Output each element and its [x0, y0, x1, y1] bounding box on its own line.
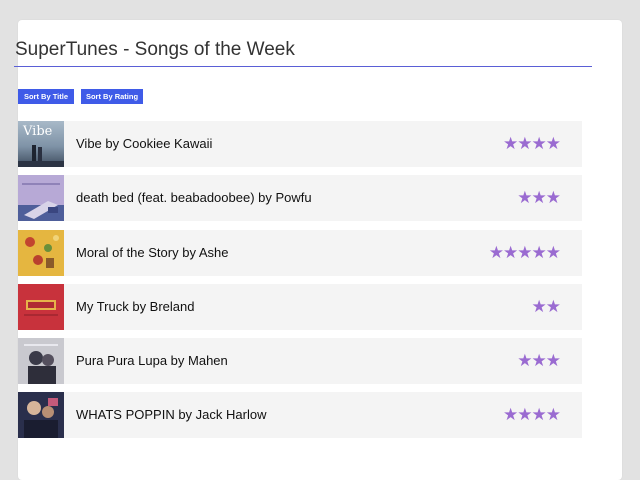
album-cover-pura-pura-lupa-icon [18, 338, 64, 385]
song-row-vibe[interactable]: Vibe Vibe by Cookiee Kawaii ★★★★ [18, 121, 582, 167]
sort-by-title-button[interactable]: Sort By Title [18, 89, 74, 104]
song-title: death bed (feat. beabadoobee) by Powfu [76, 190, 312, 206]
rating-stars: ★★ [531, 296, 562, 316]
album-cover-whats-poppin-icon [18, 392, 64, 439]
song-title: My Truck by Breland [76, 298, 195, 314]
song-row-whats-poppin[interactable]: WHATS POPPIN by Jack Harlow ★★★★ [18, 392, 582, 439]
song-row-my-truck[interactable]: My Truck by Breland ★★ [18, 283, 582, 330]
rating-stars: ★★★ [517, 188, 561, 208]
album-cover-vibe-icon: Vibe [18, 121, 64, 167]
album-cover-moral-of-the-story-icon [18, 229, 64, 276]
song-list: Vibe Vibe by Cookiee Kawaii ★★★★ death b… [18, 121, 582, 447]
album-cover-my-truck-icon [18, 283, 64, 330]
song-title: Pura Pura Lupa by Mahen [76, 353, 228, 369]
sort-by-rating-button[interactable]: Sort By Rating [81, 89, 143, 104]
page-title: SuperTunes - Songs of the Week [15, 39, 295, 60]
rating-stars: ★★★★ [503, 405, 561, 425]
title-divider [14, 66, 592, 67]
album-cover-death-bed-icon [18, 175, 64, 222]
song-title: Moral of the Story by Ashe [76, 244, 229, 260]
song-row-pura-pura-lupa[interactable]: Pura Pura Lupa by Mahen ★★★ [18, 338, 582, 385]
song-row-moral-of-the-story[interactable]: Moral of the Story by Ashe ★★★★★ [18, 229, 582, 276]
cover-text: Vibe [22, 124, 53, 139]
song-title: Vibe by Cookiee Kawaii [76, 136, 213, 151]
rating-stars: ★★★ [517, 351, 561, 371]
song-row-death-bed[interactable]: death bed (feat. beabadoobee) by Powfu ★… [18, 175, 582, 222]
rating-stars: ★★★★ [503, 134, 561, 153]
rating-stars: ★★★★★ [488, 242, 561, 262]
song-title: WHATS POPPIN by Jack Harlow [76, 407, 267, 423]
